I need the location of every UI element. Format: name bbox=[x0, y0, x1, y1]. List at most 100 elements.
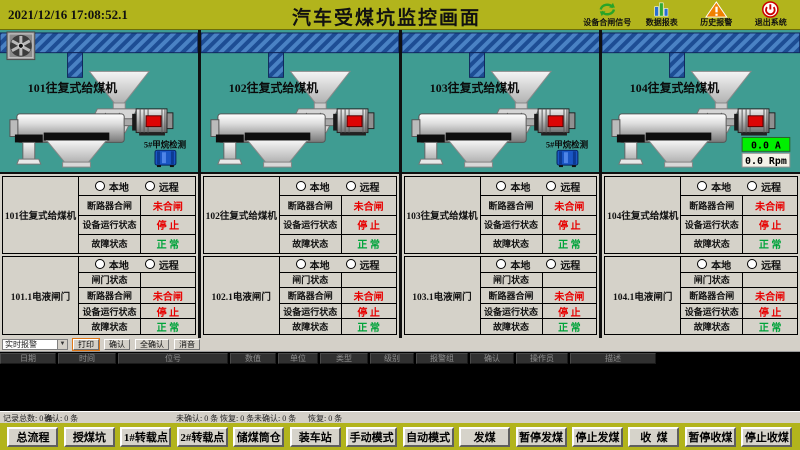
column-header-value[interactable]: 数值 bbox=[230, 353, 276, 364]
remote-label: 远程 bbox=[159, 179, 179, 194]
run-state-label: 设备运行状态 bbox=[79, 216, 141, 234]
run-state-value: 停 止 bbox=[543, 304, 597, 319]
remote-radio[interactable] bbox=[546, 181, 556, 191]
send-coal-button[interactable]: 发煤 bbox=[459, 427, 510, 447]
breaker-value: 未合闸 bbox=[543, 288, 597, 303]
stop-receive-coal-button[interactable]: 停止收煤 bbox=[741, 427, 792, 447]
warning-triangle-icon bbox=[705, 1, 728, 18]
gate-state-label: 闸门状态 bbox=[280, 273, 342, 288]
run-state-label: 设备运行状态 bbox=[79, 304, 141, 319]
alarm-table-header: 日期 时间 位号 数值 单位 类型 级别 报警组 确认 操作员 描述 bbox=[0, 352, 800, 364]
local-radio[interactable] bbox=[296, 259, 306, 269]
pause-receive-coal-button[interactable]: 暂停收煤 bbox=[685, 427, 736, 447]
fault-state-value: 正 常 bbox=[342, 319, 396, 334]
remote-radio[interactable] bbox=[546, 259, 556, 269]
history-alarm-button[interactable]: 历史报警 bbox=[689, 0, 744, 30]
nav-coal-pit-button[interactable]: 授煤坑 bbox=[64, 427, 115, 447]
alarm-filter-value: 实时报警 bbox=[5, 339, 37, 350]
local-radio[interactable] bbox=[697, 181, 707, 191]
silence-button[interactable]: 消音 bbox=[174, 339, 200, 350]
remote-label: 远程 bbox=[761, 257, 781, 272]
auto-mode-button[interactable]: 自动模式 bbox=[403, 427, 454, 447]
column-header-tag[interactable]: 位号 bbox=[118, 353, 228, 364]
column-header-unit[interactable]: 单位 bbox=[278, 353, 318, 364]
fault-state-label: 故障状态 bbox=[681, 235, 743, 253]
column-header-description[interactable]: 描述 bbox=[570, 353, 656, 364]
column-header-operator[interactable]: 操作员 bbox=[516, 353, 568, 364]
valve-status-block: 101.1电液闸门 本地 远程 闸门状态 断路器合闸未合闸 设备运行状态停 止 … bbox=[2, 256, 196, 335]
local-radio[interactable] bbox=[296, 181, 306, 191]
local-label: 本地 bbox=[711, 257, 731, 272]
nav-coal-silo-button[interactable]: 储煤筒仓 bbox=[233, 427, 284, 447]
remote-radio[interactable] bbox=[145, 181, 155, 191]
nav-loading-station-button[interactable]: 装车站 bbox=[290, 427, 341, 447]
fault-state-label: 故障状态 bbox=[280, 319, 342, 334]
column-header-group[interactable]: 报警组 bbox=[416, 353, 468, 364]
local-radio[interactable] bbox=[95, 181, 105, 191]
data-report-button[interactable]: 数据报表 bbox=[635, 0, 690, 30]
alarm-filter-select[interactable]: 实时报警 ▼ bbox=[2, 339, 68, 350]
top-bar: 2021/12/16 17:08:52.1 汽车受煤坑监控画面 设备合闸信号 数… bbox=[0, 0, 800, 30]
local-radio[interactable] bbox=[496, 181, 506, 191]
control-mode-row: 本地 远程 bbox=[481, 177, 597, 196]
valve-name-label: 104.1电液闸门 bbox=[605, 257, 681, 334]
local-radio[interactable] bbox=[496, 259, 506, 269]
breaker-signal-button[interactable]: 设备合闸信号 bbox=[580, 0, 635, 30]
breaker-label: 断路器合闸 bbox=[681, 288, 743, 303]
column-header-level[interactable]: 级别 bbox=[370, 353, 414, 364]
remote-radio[interactable] bbox=[747, 259, 757, 269]
local-label: 本地 bbox=[310, 257, 330, 272]
valve-name-label: 101.1电液闸门 bbox=[3, 257, 79, 334]
feeder-status-block: 104往复式给煤机 本地 远程 断路器合闸未合闸 设备运行状态停 止 故障状态正… bbox=[604, 176, 798, 254]
print-button[interactable]: 打印 bbox=[73, 339, 99, 350]
receive-coal-button[interactable]: 收 煤 bbox=[628, 427, 679, 447]
exit-system-button[interactable]: 退出系统 bbox=[744, 0, 799, 30]
feeder-104-graphic: 104往复式给煤机 0.0 A 0.0 Rpm bbox=[602, 30, 800, 172]
run-state-value: 停 止 bbox=[342, 304, 396, 319]
fault-state-value: 正 常 bbox=[543, 319, 597, 334]
column-header-time[interactable]: 时间 bbox=[58, 353, 116, 364]
breaker-label: 断路器合闸 bbox=[79, 196, 141, 214]
speed-value: 0.0 Rpm bbox=[745, 156, 787, 167]
remote-radio[interactable] bbox=[747, 181, 757, 191]
nav-transfer-point-2-button[interactable]: 2#转载点 bbox=[177, 427, 228, 447]
nav-transfer-point-1-button[interactable]: 1#转载点 bbox=[120, 427, 171, 447]
pause-send-coal-button[interactable]: 暂停发煤 bbox=[516, 427, 567, 447]
status-column-103: 103往复式给煤机 本地 远程 断路器合闸未合闸 设备运行状态停 止 故障状态正… bbox=[402, 174, 603, 338]
remote-radio[interactable] bbox=[145, 259, 155, 269]
run-state-value: 停 止 bbox=[543, 216, 597, 234]
nav-overview-button[interactable]: 总流程 bbox=[7, 427, 58, 447]
breaker-value: 未合闸 bbox=[743, 288, 797, 303]
breaker-value: 未合闸 bbox=[342, 196, 396, 214]
feeder-name-label: 101往复式给煤机 bbox=[3, 177, 79, 253]
breaker-label: 断路器合闸 bbox=[79, 288, 141, 303]
gate-state-value bbox=[141, 273, 195, 288]
feeder-name-label: 102往复式给煤机 bbox=[204, 177, 280, 253]
data-report-label: 数据报表 bbox=[646, 18, 678, 28]
remote-radio[interactable] bbox=[346, 259, 356, 269]
column-header-type[interactable]: 类型 bbox=[320, 353, 368, 364]
local-radio[interactable] bbox=[697, 259, 707, 269]
valve-name-label: 102.1电液闸门 bbox=[204, 257, 280, 334]
control-mode-row: 本地 远程 bbox=[280, 177, 396, 196]
top-bar-buttons: 设备合闸信号 数据报表 历史报警 bbox=[580, 0, 798, 30]
column-header-date[interactable]: 日期 bbox=[0, 353, 56, 364]
fault-state-label: 故障状态 bbox=[79, 319, 141, 334]
local-radio[interactable] bbox=[95, 259, 105, 269]
fault-state-label: 故障状态 bbox=[280, 235, 342, 253]
acknowledge-all-button[interactable]: 全确认 bbox=[135, 339, 169, 350]
stop-send-coal-button[interactable]: 停止发煤 bbox=[572, 427, 623, 447]
feeder-102-graphic: 102往复式给煤机 bbox=[201, 30, 399, 172]
remote-radio[interactable] bbox=[346, 181, 356, 191]
remote-label: 远程 bbox=[560, 179, 580, 194]
history-alarm-label: 历史报警 bbox=[700, 18, 732, 28]
breaker-label: 断路器合闸 bbox=[280, 196, 342, 214]
breaker-value: 未合闸 bbox=[743, 196, 797, 214]
current-value: 0.0 A bbox=[751, 140, 781, 151]
manual-mode-button[interactable]: 手动模式 bbox=[346, 427, 397, 447]
acknowledge-button[interactable]: 确认 bbox=[104, 339, 130, 350]
alarm-table: 日期 时间 位号 数值 单位 类型 级别 报警组 确认 操作员 描述 bbox=[0, 352, 800, 411]
column-header-ack[interactable]: 确认 bbox=[470, 353, 514, 364]
fault-state-value: 正 常 bbox=[141, 235, 195, 253]
machine-panel-102: 102往复式给煤机 bbox=[201, 30, 402, 172]
